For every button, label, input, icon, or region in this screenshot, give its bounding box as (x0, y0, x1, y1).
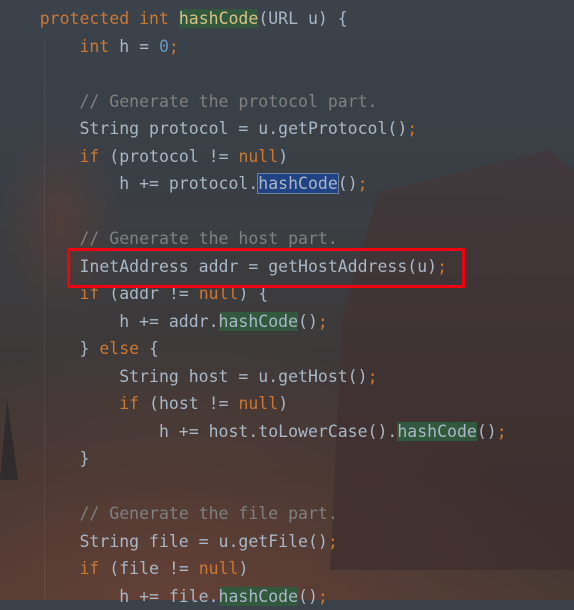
code-token (0, 37, 79, 56)
code-line[interactable]: } else { (0, 335, 507, 363)
code-token (0, 9, 40, 28)
code-token: (URL u) { (258, 9, 347, 28)
code-token: () (298, 312, 318, 331)
code-token: h = (119, 37, 159, 56)
code-token: ; (328, 532, 338, 551)
code-token: (file != (109, 559, 198, 578)
code-line[interactable]: } (0, 445, 507, 473)
code-token: ; (318, 312, 328, 331)
code-token: ; (368, 367, 378, 386)
code-line[interactable]: h += protocol.hashCode(); (0, 170, 507, 198)
code-token: String protocol = u.getProtocol() (0, 119, 407, 138)
highlighted-token: hashCode (219, 587, 298, 606)
code-token: ; (407, 119, 417, 138)
code-token: (host != (149, 394, 238, 413)
code-token: ) (278, 394, 288, 413)
keyword-token: int (79, 37, 119, 56)
keyword-token: protected int (40, 9, 179, 28)
code-line[interactable]: String file = u.getFile(); (0, 528, 507, 556)
code-token: String file = u.getFile() (0, 532, 328, 551)
code-line[interactable] (0, 473, 507, 501)
code-token: String host = u.getHost() (0, 367, 368, 386)
code-line[interactable] (0, 198, 507, 226)
keyword-token: if (79, 559, 109, 578)
code-token: ; (497, 422, 507, 441)
code-token: h += host.toLowerCase(). (0, 422, 397, 441)
keyword-token: null (199, 559, 239, 578)
code-line[interactable]: h += file.hashCode(); (0, 583, 507, 610)
code-line[interactable]: if (protocol != null) (0, 143, 507, 171)
code-token: } (0, 339, 99, 358)
code-line[interactable]: if (file != null) (0, 555, 507, 583)
comment-token: // Generate the file part. (79, 504, 337, 523)
code-token: () (298, 587, 318, 606)
code-token: h += file. (0, 587, 219, 606)
keyword-token: if (79, 147, 109, 166)
code-token: (protocol != (109, 147, 238, 166)
code-line[interactable]: // Generate the protocol part. (0, 88, 507, 116)
code-token: { (149, 339, 159, 358)
code-token: } (0, 449, 89, 468)
code-line[interactable]: // Generate the file part. (0, 500, 507, 528)
highlighted-token: hashCode (258, 174, 337, 193)
code-token: h += protocol. (0, 174, 258, 193)
code-token: ; (318, 587, 328, 606)
code-token (0, 229, 79, 248)
keyword-token: if (119, 394, 149, 413)
code-token (0, 92, 79, 111)
code-token: () (338, 174, 358, 193)
code-token (0, 394, 119, 413)
code-token: () (477, 422, 497, 441)
code-line[interactable]: protected int hashCode(URL u) { (0, 5, 507, 33)
comment-token: // Generate the host part. (79, 229, 337, 248)
code-token (0, 147, 79, 166)
code-line[interactable]: h += addr.hashCode(); (0, 308, 507, 336)
code-token: 0 (159, 37, 169, 56)
code-line[interactable]: int h = 0; (0, 33, 507, 61)
highlight-annotation-box (67, 248, 465, 288)
highlighted-token: hashCode (397, 422, 476, 441)
code-line[interactable]: h += host.toLowerCase().hashCode(); (0, 418, 507, 446)
code-token: ) (238, 559, 248, 578)
code-line[interactable]: String protocol = u.getProtocol(); (0, 115, 507, 143)
code-token (0, 559, 79, 578)
code-token: h += addr. (0, 312, 219, 331)
code-line[interactable]: if (host != null) (0, 390, 507, 418)
code-editor[interactable]: protected int hashCode(URL u) { int h = … (0, 5, 507, 610)
code-token: ; (169, 37, 179, 56)
keyword-token: else (99, 339, 149, 358)
code-token: ) (278, 147, 288, 166)
highlighted-token: hashCode (179, 9, 258, 28)
code-token (0, 504, 79, 523)
keyword-token: null (238, 394, 278, 413)
keyword-token: null (238, 147, 278, 166)
code-token: ; (358, 174, 368, 193)
code-line[interactable]: String host = u.getHost(); (0, 363, 507, 391)
highlighted-token: hashCode (219, 312, 298, 331)
code-line[interactable] (0, 60, 507, 88)
comment-token: // Generate the protocol part. (79, 92, 377, 111)
